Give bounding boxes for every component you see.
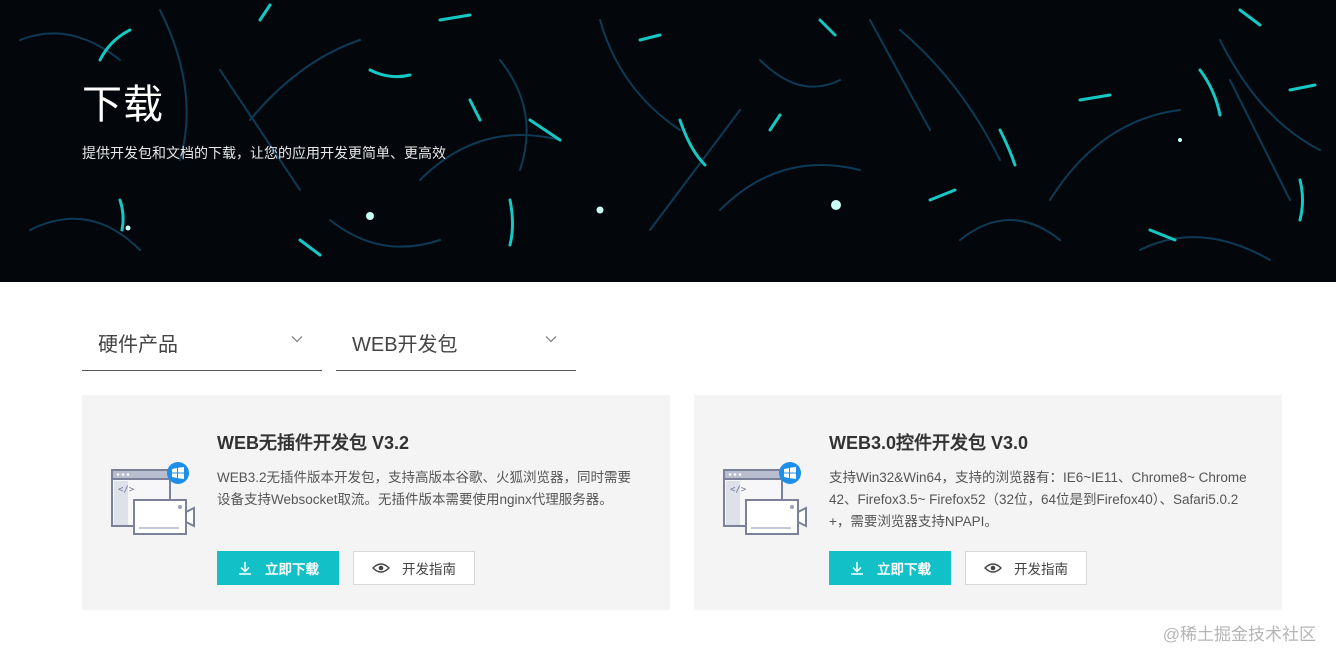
sdk-card: </> WEB无插件开发包 V3.2 WEB3.2无插件版本开发包，支持高版本谷… xyxy=(82,395,670,610)
hero-banner: 下载 提供开发包和文档的下载，让您的应用开发更简单、更高效 xyxy=(0,0,1336,282)
page-subtitle: 提供开发包和文档的下载，让您的应用开发更简单、更高效 xyxy=(82,145,446,161)
download-button-label: 立即下载 xyxy=(265,562,319,577)
card-description: WEB3.2无插件版本开发包，支持高版本谷歌、火狐浏览器，同时需要设备支持Web… xyxy=(217,470,632,507)
download-icon xyxy=(237,560,253,576)
dev-guide-button[interactable]: 开发指南 xyxy=(965,551,1087,585)
web-sdk-windows-illustration-icon: </> xyxy=(111,462,195,535)
watermark: @稀土掘金技术社区 xyxy=(1162,625,1316,644)
svg-text:</>: </> xyxy=(118,485,135,495)
dev-guide-button[interactable]: 开发指南 xyxy=(353,551,475,585)
page-title: 下载 xyxy=(82,83,164,127)
download-button-label: 立即下载 xyxy=(877,562,931,577)
product-category-select[interactable]: 硬件产品 xyxy=(82,310,322,371)
product-category-value: 硬件产品 xyxy=(98,334,178,356)
sdk-card: </> WEB3.0控件开发包 V3.0 支持Win32&Win64，支持的浏览… xyxy=(694,395,1282,610)
card-title: WEB3.0控件开发包 V3.0 xyxy=(829,433,1029,453)
dev-guide-button-label: 开发指南 xyxy=(402,562,456,577)
download-button[interactable]: 立即下载 xyxy=(829,551,951,585)
package-type-select[interactable]: WEB开发包 xyxy=(336,310,576,371)
chevron-down-icon xyxy=(545,336,557,343)
dev-guide-button-label: 开发指南 xyxy=(1014,562,1068,577)
card-description: 支持Win32&Win64，支持的浏览器有：IE6~IE11、Chrome8~ … xyxy=(829,470,1247,529)
hero-background-pattern xyxy=(19,3,1321,261)
chevron-down-icon xyxy=(291,336,303,343)
download-button[interactable]: 立即下载 xyxy=(217,551,339,585)
web-sdk-windows-illustration-icon: </> xyxy=(723,462,807,535)
download-icon xyxy=(849,560,865,576)
eye-icon xyxy=(984,562,1002,574)
card-title: WEB无插件开发包 V3.2 xyxy=(217,433,410,453)
svg-text:</>: </> xyxy=(730,485,747,495)
eye-icon xyxy=(372,562,390,574)
package-type-value: WEB开发包 xyxy=(352,334,458,356)
